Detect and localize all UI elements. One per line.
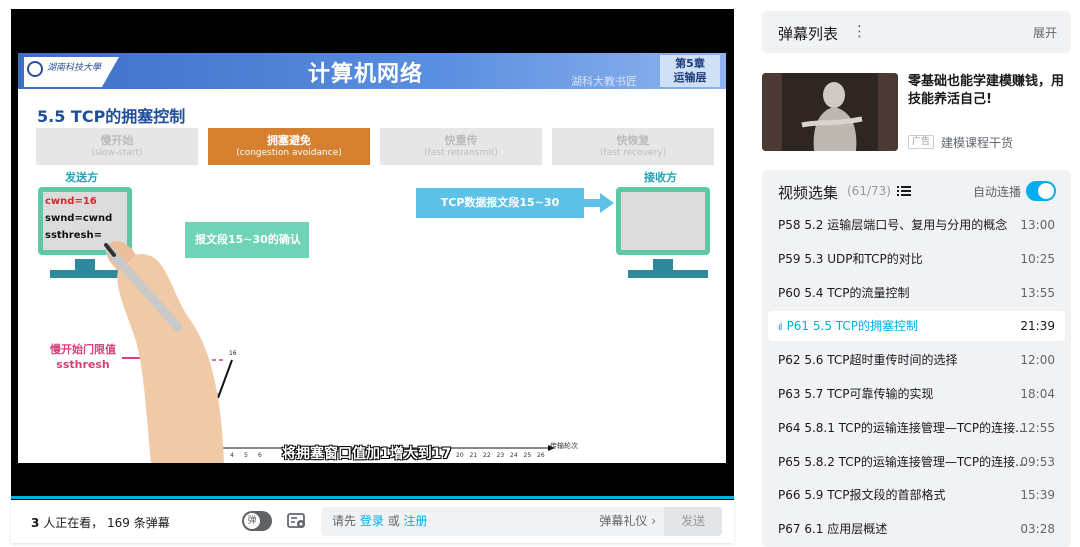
- send-button[interactable]: 发送: [664, 507, 722, 536]
- x-tick-label: 24: [510, 452, 518, 459]
- episode-title: P65 5.8.2 TCP的运输连接管理—TCP的连接...: [778, 447, 1027, 477]
- episode-title: P58 5.2 运输层端口号、复用与分用的概念: [778, 210, 1007, 240]
- x-axis-label: 传输轮次: [550, 442, 578, 450]
- episode-duration: 13:55: [1020, 285, 1055, 300]
- episode-duration: 12:00: [1020, 353, 1055, 368]
- episode-item[interactable]: P65 5.8.2 TCP的运输连接管理—TCP的连接... 09:53: [768, 447, 1065, 477]
- danmaku-settings-icon[interactable]: [287, 512, 307, 530]
- autoplay-label: 自动连播: [973, 185, 1022, 199]
- x-tick-label: 20: [456, 452, 464, 459]
- ad-badge: 广告: [908, 135, 935, 149]
- episode-title: P66 5.9 TCP报文段的首部格式: [778, 480, 945, 510]
- episode-title: P64 5.8.1 TCP的运输连接管理—TCP的连接...: [778, 413, 1027, 443]
- danmaku-list-header[interactable]: 弹幕列表 ⋮ 展开: [762, 11, 1071, 53]
- danmaku-toggle[interactable]: 弹: [242, 511, 272, 531]
- danmaku-toggle-label: 弹: [244, 513, 260, 529]
- episode-title: ıl P61 5.5 TCP的拥塞控制: [778, 311, 918, 343]
- episode-label: P65 5.8.2 TCP的运输连接管理—TCP的连接...: [778, 454, 1027, 469]
- danmaku-input[interactable]: 请先 登录 或 注册 弹幕礼仪 ›: [321, 507, 664, 536]
- x-tick-label: 26: [537, 452, 545, 459]
- episode-label: P58 5.2 运输层端口号、复用与分用的概念: [778, 218, 1008, 232]
- episode-item[interactable]: P67 6.1 应用层概述 03:28: [768, 514, 1065, 544]
- episode-duration: 18:04: [1020, 387, 1055, 401]
- ad-thumbnail[interactable]: [762, 73, 898, 151]
- danmaku-bar: 3 人正在看， 169 条弹幕 弹 请先 登录 或 注册 弹幕礼仪 › 发送: [11, 500, 734, 543]
- viewer-text: 人正在看，: [43, 516, 104, 530]
- x-tick-label: 21: [469, 452, 478, 459]
- expand-button[interactable]: 展开: [1033, 24, 1057, 41]
- x-tick-label: 25: [523, 452, 532, 459]
- danmaku-list-title: 弹幕列表: [778, 25, 839, 43]
- now-playing-icon: ıl: [778, 322, 782, 334]
- autoplay-toggle[interactable]: [1026, 181, 1056, 201]
- episode-duration: 12:55: [1020, 420, 1055, 435]
- login-link[interactable]: 登录: [360, 514, 384, 528]
- episode-label: P64 5.8.1 TCP的运输连接管理—TCP的连接...: [778, 420, 1027, 435]
- x-tick-label: 5: [244, 452, 248, 459]
- more-icon[interactable]: ⋮: [852, 22, 867, 40]
- episode-label: P66 5.9 TCP报文段的首部格式: [778, 488, 946, 503]
- viewer-stats: 3 人正在看， 169 条弹幕: [31, 514, 170, 531]
- episode-label: P59 5.3 UDP和TCP的对比: [778, 251, 923, 266]
- episode-title: P62 5.6 TCP超时重传时间的选择: [778, 345, 957, 375]
- episode-label: P63 5.7 TCP可靠传输的实现: [778, 387, 934, 401]
- episode-item[interactable]: P60 5.4 TCP的流量控制 13:55: [768, 278, 1065, 308]
- ad-source: 建模课程干货: [941, 136, 1014, 150]
- progress-bar[interactable]: [11, 496, 734, 499]
- episode-title: P63 5.7 TCP可靠传输的实现: [778, 379, 933, 409]
- episode-duration: 13:00: [1020, 218, 1055, 232]
- danmaku-count-text: 条弹幕: [133, 516, 170, 530]
- episode-title: P60 5.4 TCP的流量控制: [778, 278, 909, 308]
- video-playlist: 视频选集 (61/73) 自动连播 P58 5.2 运输层端口号、复用与分用的概…: [762, 170, 1071, 547]
- episode-title: P67 6.1 应用层概述: [778, 514, 887, 544]
- ad-title[interactable]: 零基础也能学建模赚钱，用技能养活自己!: [908, 73, 1071, 109]
- video-player[interactable]: 湖南科技大學 计算机网络 湖科大教书匠 第5章 运输层 5.5 TCP的拥塞控制…: [11, 9, 734, 500]
- register-link[interactable]: 注册: [404, 514, 428, 528]
- episode-item[interactable]: P66 5.9 TCP报文段的首部格式 15:39: [768, 480, 1065, 510]
- x-tick-label: 6: [258, 452, 262, 459]
- ad-card[interactable]: 零基础也能学建模赚钱，用技能养活自己! 广告 建模课程干货: [762, 70, 1071, 156]
- input-or: 或: [387, 514, 400, 528]
- viewer-count: 3: [31, 516, 40, 530]
- lecture-slide: 湖南科技大學 计算机网络 湖科大教书匠 第5章 运输层 5.5 TCP的拥塞控制…: [18, 53, 726, 463]
- danmaku-count: 169: [107, 516, 130, 530]
- input-prefix: 请先: [332, 514, 357, 528]
- episode-duration: 09:53: [1020, 454, 1055, 469]
- episode-duration: 15:39: [1020, 488, 1055, 503]
- episode-title: P59 5.3 UDP和TCP的对比: [778, 244, 923, 274]
- episode-duration: 10:25: [1020, 251, 1055, 266]
- x-tick-label: 23: [496, 452, 505, 459]
- presenter-hand: [104, 240, 224, 463]
- episode-item[interactable]: P59 5.3 UDP和TCP的对比 10:25: [768, 244, 1065, 274]
- progress-fill: [11, 496, 734, 499]
- episode-label: P60 5.4 TCP的流量控制: [778, 285, 910, 300]
- episode-item[interactable]: ıl P61 5.5 TCP的拥塞控制 21:39: [768, 311, 1065, 343]
- episode-label: P67 6.1 应用层概述: [778, 522, 888, 537]
- danmaku-etiquette-link[interactable]: 弹幕礼仪 ›: [599, 507, 656, 536]
- x-tick-label: 4: [230, 452, 234, 459]
- episode-duration: 03:28: [1020, 522, 1055, 537]
- episode-label: P61 5.5 TCP的拥塞控制: [786, 319, 919, 334]
- list-view-icon[interactable]: [897, 185, 911, 197]
- episode-item[interactable]: P62 5.6 TCP超时重传时间的选择 12:00: [768, 345, 1065, 375]
- ad-thumbnail-image: [762, 73, 898, 151]
- x-tick-label: 22: [483, 452, 491, 459]
- playlist-title: 视频选集: [778, 184, 839, 202]
- episode-duration: 21:39: [1020, 319, 1055, 334]
- video-subtitle: 将拥塞窗口值加1增大到17: [282, 446, 452, 462]
- playlist-count: (61/73): [847, 184, 891, 198]
- autoplay-toggle-knob: [1038, 183, 1054, 199]
- episode-item[interactable]: P58 5.2 运输层端口号、复用与分用的概念 13:00: [768, 210, 1065, 240]
- playlist-header: 视频选集 (61/73) 自动连播: [762, 170, 1071, 212]
- episode-item[interactable]: P63 5.7 TCP可靠传输的实现 18:04: [768, 379, 1065, 409]
- episode-label: P62 5.6 TCP超时重传时间的选择: [778, 353, 958, 368]
- episode-item[interactable]: P64 5.8.1 TCP的运输连接管理—TCP的连接... 12:55: [768, 413, 1065, 443]
